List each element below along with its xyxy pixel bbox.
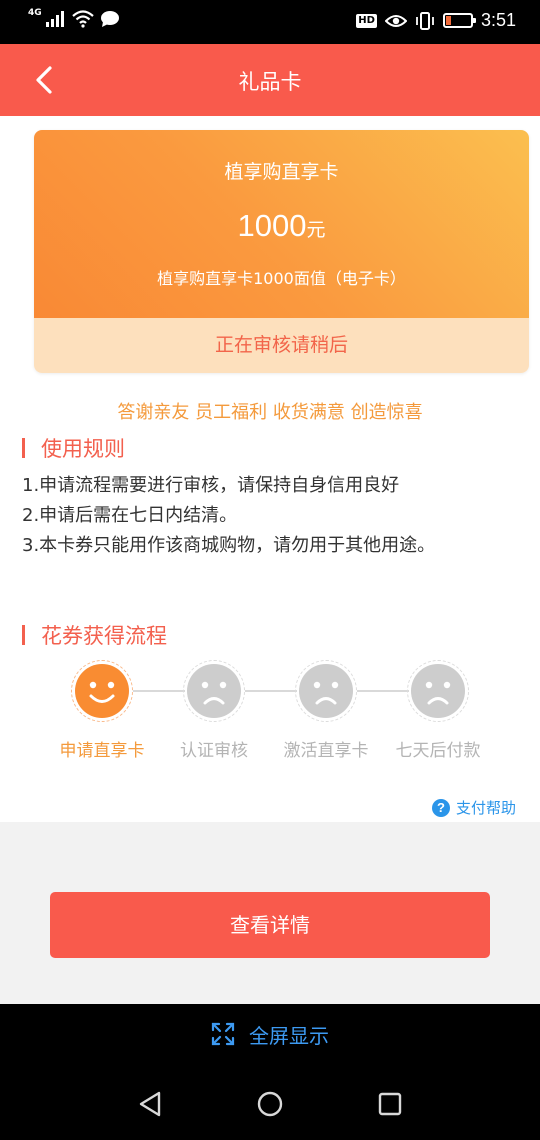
step-label: 七天后付款: [395, 741, 481, 761]
status-bar: 4G HD 3:51: [0, 0, 540, 44]
section-accent-bar: [22, 625, 25, 645]
vibrate-icon: [416, 11, 434, 30]
system-nav-bar: [0, 1064, 540, 1140]
view-details-button[interactable]: 查看详情: [50, 892, 490, 958]
step-circle: [183, 660, 245, 722]
fullscreen-button[interactable]: 全屏显示: [0, 1004, 540, 1064]
process-section-header: 花券获得流程: [22, 620, 167, 650]
smile-face-icon: [75, 664, 129, 718]
eye-icon: [384, 14, 407, 27]
fullscreen-label: 全屏显示: [249, 1023, 329, 1048]
payment-help-link[interactable]: ? 支付帮助: [431, 797, 516, 818]
step-apply: 申请直享卡: [42, 660, 162, 761]
question-icon: ?: [431, 798, 450, 817]
rules-list: 1.申请流程需要进行审核，请保持自身信用良好 2.申请后需在七日内结清。 3.本…: [22, 471, 435, 561]
card-face: 植享购直享卡 1000元 植享购直享卡1000面值（电子卡）: [34, 130, 529, 318]
process-section-title: 花券获得流程: [41, 624, 167, 648]
network-type: 4G: [28, 8, 42, 18]
payment-help-label: 支付帮助: [455, 799, 516, 817]
hd-badge: HD: [356, 13, 377, 28]
triangle-back-icon: [139, 1091, 161, 1117]
nav-back-button[interactable]: [137, 1090, 163, 1122]
step-label: 申请直享卡: [59, 741, 145, 761]
nav-recents-button[interactable]: [376, 1090, 404, 1122]
step-payment: 七天后付款: [378, 660, 498, 761]
process-steps: 申请直享卡 认证审核 激活直享卡 七天后付款: [0, 660, 540, 770]
app-header: 礼品卡: [0, 44, 540, 116]
chat-icon: [100, 11, 119, 27]
card-status: 正在审核请稍后: [34, 318, 529, 373]
step-circle: [407, 660, 469, 722]
card-amount-unit: 元: [306, 219, 326, 241]
clock: 3:51: [480, 10, 516, 30]
nav-home-button[interactable]: [256, 1090, 284, 1122]
section-accent-bar: [22, 438, 25, 458]
rules-section-header: 使用规则: [22, 433, 125, 463]
slogan: 答谢亲友 员工福利 收货满意 创造惊喜: [117, 402, 423, 423]
card-amount-value: 1000: [237, 208, 307, 243]
circle-home-icon: [257, 1091, 283, 1117]
step-label: 认证审核: [180, 741, 248, 761]
card-amount: 1000元: [34, 208, 529, 244]
step-circle: [295, 660, 357, 722]
rule-item: 1.申请流程需要进行审核，请保持自身信用良好: [22, 475, 400, 496]
page-title: 礼品卡: [238, 70, 302, 94]
sad-face-icon: [299, 664, 353, 718]
step-verify: 认证审核: [154, 660, 274, 761]
battery-icon: [442, 13, 476, 28]
sad-face-icon: [187, 664, 241, 718]
rule-item: 3.本卡券只能用作该商城购物，请勿用于其他用途。: [22, 535, 436, 556]
step-label: 激活直享卡: [283, 741, 369, 761]
rule-item: 2.申请后需在七日内结清。: [22, 505, 238, 526]
sad-face-icon: [411, 664, 465, 718]
signal-icon: [45, 11, 64, 27]
card-description: 植享购直享卡1000面值（电子卡）: [157, 269, 406, 288]
card-name: 植享购直享卡: [224, 161, 339, 183]
step-activate: 激活直享卡: [266, 660, 386, 761]
rules-section-title: 使用规则: [41, 437, 125, 461]
step-circle: [71, 660, 133, 722]
square-recents-icon: [378, 1092, 402, 1116]
gift-card: 植享购直享卡 1000元 植享购直享卡1000面值（电子卡） 正在审核请稍后: [34, 130, 529, 373]
wifi-icon: [71, 10, 94, 28]
expand-icon: [211, 1022, 235, 1046]
